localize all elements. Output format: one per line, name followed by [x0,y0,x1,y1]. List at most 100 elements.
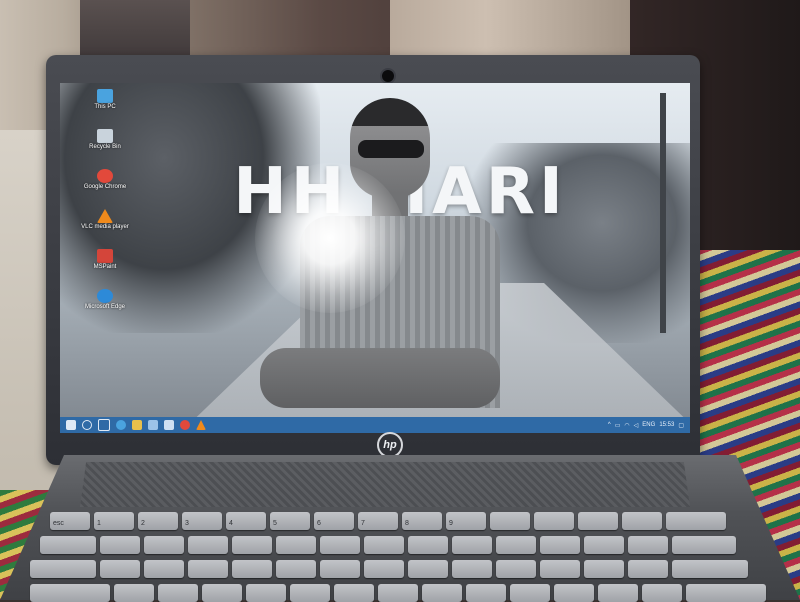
edge-taskbar-icon[interactable] [116,420,126,430]
notification-icon[interactable]: ▢ [678,422,684,429]
key[interactable] [30,584,110,602]
key-label: 5 [273,520,277,527]
vlc-taskbar-icon[interactable] [196,420,206,430]
laptop-screen: HH HARI This PC Recycle Bin Google Chrom… [60,83,690,433]
key[interactable] [232,560,272,578]
desktop-icon-edge[interactable]: Microsoft Edge [80,289,130,327]
key[interactable] [628,560,668,578]
curtain [80,0,190,60]
key[interactable] [598,584,638,602]
key[interactable] [158,584,198,602]
chrome-taskbar-icon[interactable] [180,420,190,430]
key[interactable]: 6 [314,512,354,530]
mail-icon[interactable] [164,420,174,430]
volume-icon[interactable]: ◁ [634,422,639,429]
key[interactable] [686,584,766,602]
desktop-icon-chrome[interactable]: Google Chrome [80,169,130,207]
key[interactable]: 1 [94,512,134,530]
key[interactable] [584,560,624,578]
desktop-icon-this-pc[interactable]: This PC [80,89,130,127]
key[interactable] [422,584,462,602]
key[interactable] [408,560,448,578]
wooden-door [390,0,630,60]
key[interactable] [232,536,272,554]
key-label: 1 [97,520,101,527]
language-indicator[interactable]: ENG [642,422,655,428]
key-label: 4 [229,520,233,527]
key[interactable] [578,512,618,530]
key[interactable] [452,536,492,554]
desktop-icon-recycle-bin[interactable]: Recycle Bin [80,129,130,167]
key[interactable] [320,536,360,554]
key[interactable] [188,560,228,578]
key[interactable] [672,536,736,554]
key[interactable] [144,536,184,554]
key[interactable] [246,584,286,602]
person-crossed-arms [260,348,500,408]
file-explorer-icon[interactable] [132,420,142,430]
key[interactable]: 5 [270,512,310,530]
key[interactable] [378,584,418,602]
key[interactable] [290,584,330,602]
key[interactable] [628,536,668,554]
key[interactable] [408,536,448,554]
store-icon[interactable] [148,420,158,430]
key[interactable] [510,584,550,602]
desktop-icon-label: VLC media player [81,224,129,230]
desktop-icon-label: Google Chrome [83,184,127,190]
key[interactable] [100,560,140,578]
search-icon[interactable] [82,420,92,430]
vlc-icon [97,209,113,223]
key[interactable] [188,536,228,554]
key[interactable] [452,560,492,578]
key[interactable] [276,560,316,578]
key[interactable] [672,560,748,578]
key[interactable] [490,512,530,530]
key[interactable] [276,536,316,554]
start-button[interactable] [66,420,76,430]
desktop-icon-label: Microsoft Edge [84,304,126,310]
key[interactable] [622,512,662,530]
key[interactable] [320,560,360,578]
key[interactable] [144,560,184,578]
key[interactable] [114,584,154,602]
desktop-icon-vlc[interactable]: VLC media player [80,209,130,247]
key[interactable]: 3 [182,512,222,530]
key[interactable]: esc [50,512,90,530]
key[interactable]: 8 [402,512,442,530]
key[interactable] [364,536,404,554]
key[interactable] [202,584,242,602]
webcam-icon [380,68,396,84]
key[interactable] [334,584,374,602]
desktop-icon-mspaint[interactable]: MSPaint [80,249,130,287]
key[interactable] [540,560,580,578]
key-label: 6 [317,520,321,527]
wallpaper-pole [660,93,666,333]
key[interactable] [666,512,726,530]
clock[interactable]: 15:53 [659,422,674,428]
wifi-icon[interactable]: ◠ [624,422,629,429]
key[interactable]: 4 [226,512,266,530]
tray-chevron-icon[interactable]: ^ [608,422,611,428]
key[interactable]: 9 [446,512,486,530]
this-pc-icon [97,89,113,103]
key[interactable] [100,536,140,554]
key[interactable] [30,560,96,578]
key[interactable] [40,536,96,554]
key[interactable] [364,560,404,578]
key[interactable]: 2 [138,512,178,530]
key[interactable]: 7 [358,512,398,530]
key[interactable] [642,584,682,602]
key[interactable] [466,584,506,602]
key[interactable] [584,536,624,554]
key[interactable] [496,536,536,554]
key[interactable] [534,512,574,530]
edge-icon [97,289,113,303]
key[interactable] [554,584,594,602]
battery-icon[interactable]: ▭ [615,422,621,429]
key-label: 3 [185,520,189,527]
task-view-icon[interactable] [98,419,110,431]
key[interactable] [496,560,536,578]
system-tray: ^ ▭ ◠ ◁ ENG 15:53 ▢ [608,422,690,429]
key[interactable] [540,536,580,554]
